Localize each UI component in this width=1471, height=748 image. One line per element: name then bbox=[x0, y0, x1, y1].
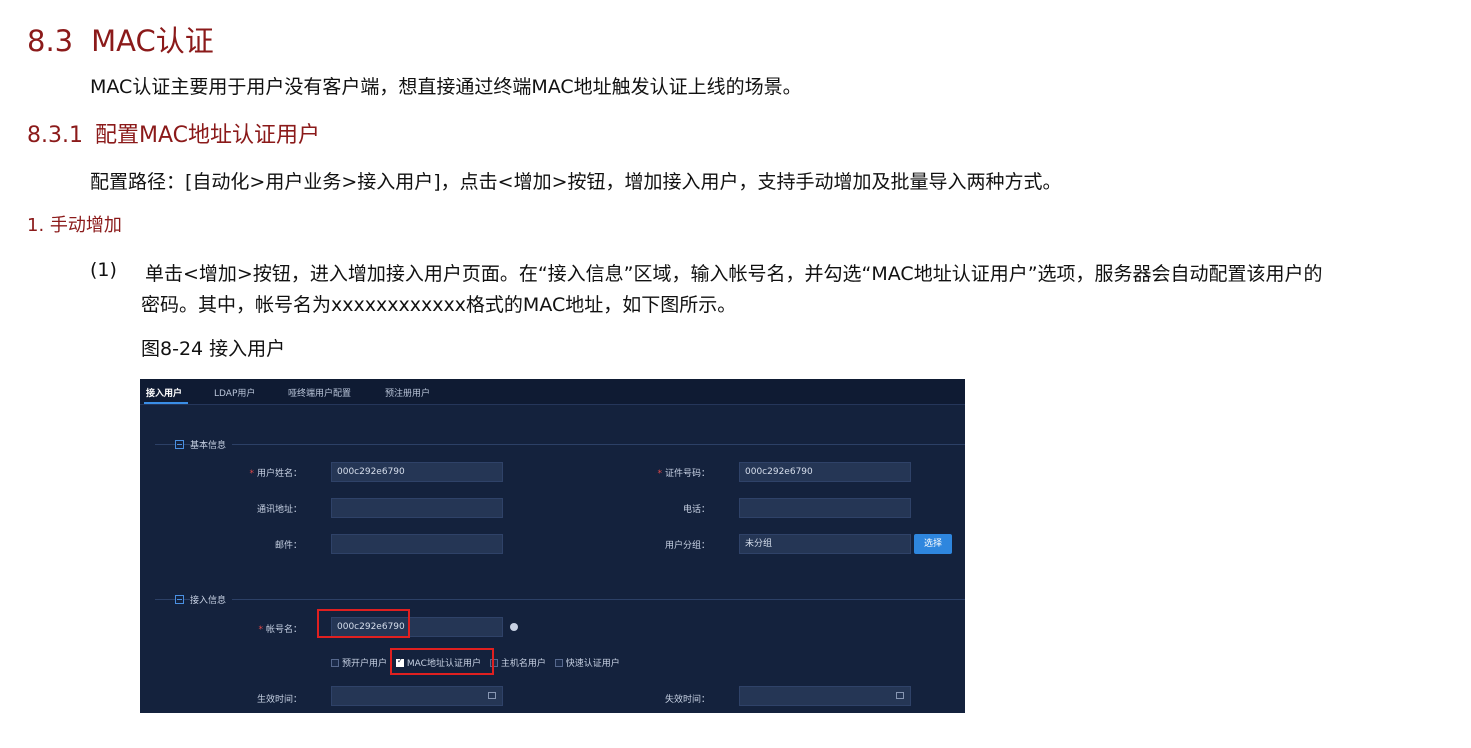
subsection-number: 8.3.1 bbox=[27, 123, 83, 148]
id-number-input[interactable]: 000c292e6790 bbox=[739, 462, 911, 482]
calendar-icon[interactable] bbox=[896, 692, 904, 699]
user-name-label: * 用户姓名： bbox=[249, 469, 302, 479]
checkbox-hostname-user[interactable]: 主机名用户 bbox=[489, 659, 546, 669]
step-text-line2: 密码。其中，帐号名为xxxxxxxxxxxx格式的MAC地址，如下图所示。 bbox=[141, 294, 737, 316]
step-index: (1) bbox=[90, 259, 117, 281]
account-label: * 帐号名： bbox=[258, 625, 302, 635]
expire-time-label: 失效时间： bbox=[664, 695, 710, 705]
phone-input[interactable] bbox=[739, 498, 911, 518]
config-path-paragraph: 配置路径：[自动化>用户业务>接入用户]，点击<增加>按钮，增加接入用户，支持手… bbox=[90, 171, 1062, 193]
address-label: 通讯地址： bbox=[256, 505, 302, 515]
expire-time-input[interactable] bbox=[739, 686, 911, 706]
calendar-icon[interactable] bbox=[488, 692, 496, 699]
effective-time-label: 生效时间： bbox=[256, 695, 302, 705]
section-title: MAC认证 bbox=[91, 24, 214, 58]
select-group-button[interactable]: 选择 bbox=[914, 534, 952, 554]
checkbox-prepaid-user[interactable]: 预开户用户 bbox=[331, 659, 387, 669]
tab-dumb-terminal[interactable]: 哑终端用户配置 bbox=[288, 386, 351, 399]
access-section-title: 接入信息 bbox=[190, 593, 233, 606]
tab-access-user[interactable]: 接入用户 bbox=[146, 386, 182, 399]
access-section-divider bbox=[155, 599, 965, 600]
subsection-title: 配置MAC地址认证用户 bbox=[94, 123, 320, 148]
section-number: 8.3 bbox=[27, 24, 74, 58]
collapse-icon[interactable] bbox=[175, 595, 184, 604]
intro-paragraph: MAC认证主要用于用户没有客户端，想直接通过终端MAC地址触发认证上线的场景。 bbox=[90, 76, 802, 98]
tab-preregistered-user[interactable]: 预注册用户 bbox=[385, 386, 430, 399]
id-number-label: * 证件号码： bbox=[657, 469, 710, 479]
group-label: 用户分组： bbox=[664, 541, 710, 551]
section-heading: 8.3 MAC认证 bbox=[27, 18, 214, 60]
email-input[interactable] bbox=[331, 534, 503, 554]
user-name-input[interactable]: 000c292e6790 bbox=[331, 462, 503, 482]
basic-section-divider bbox=[155, 444, 965, 445]
figure-caption: 图8-24 接入用户 bbox=[141, 338, 286, 360]
tab-bar: 接入用户 LDAP用户 哑终端用户配置 预注册用户 bbox=[140, 379, 965, 405]
tab-ldap-user[interactable]: LDAP用户 bbox=[214, 386, 255, 399]
highlight-account bbox=[317, 609, 410, 638]
email-label: 邮件： bbox=[274, 541, 302, 551]
active-tab-indicator bbox=[144, 402, 188, 404]
group-input[interactable]: 未分组 bbox=[739, 534, 911, 554]
address-input[interactable] bbox=[331, 498, 503, 518]
basic-section-title: 基本信息 bbox=[190, 438, 233, 451]
step-text-line1: 单击<增加>按钮，进入增加接入用户页面。在“接入信息”区域，输入帐号名，并勾选“… bbox=[145, 263, 1323, 285]
effective-time-input[interactable] bbox=[331, 686, 503, 706]
highlight-mac-checkbox bbox=[390, 648, 494, 675]
collapse-icon[interactable] bbox=[175, 440, 184, 449]
phone-label: 电话： bbox=[682, 505, 710, 515]
subsection-heading: 8.3.1 配置MAC地址认证用户 bbox=[27, 117, 320, 149]
info-icon bbox=[510, 623, 518, 631]
method-heading: 1. 手动增加 bbox=[27, 215, 122, 236]
access-user-screenshot: 接入用户 LDAP用户 哑终端用户配置 预注册用户 基本信息 * 用户姓名： 00… bbox=[140, 379, 965, 713]
checkbox-fast-auth-user[interactable]: 快速认证用户 bbox=[554, 659, 620, 669]
